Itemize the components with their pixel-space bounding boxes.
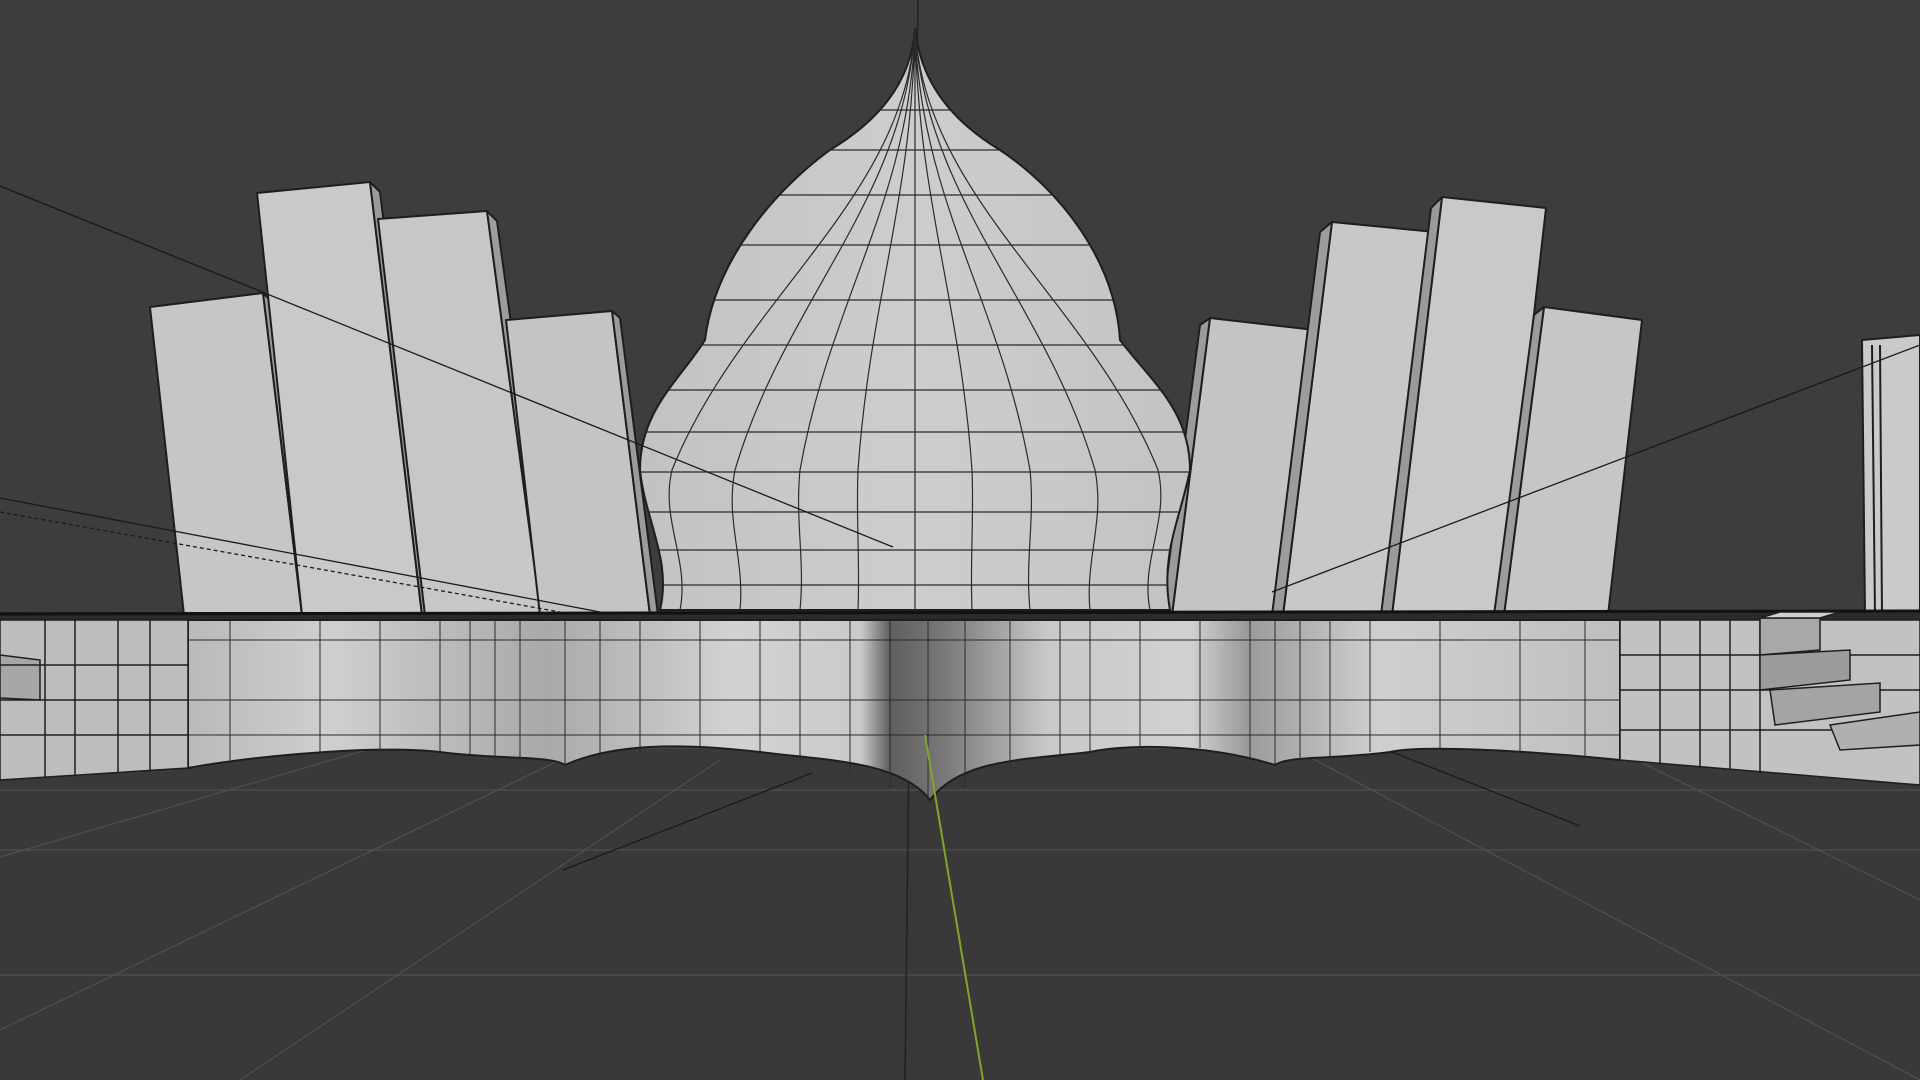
right-wall-panels (1161, 196, 1920, 616)
floor-plane (0, 740, 1920, 1080)
left-steps (0, 619, 189, 781)
left-wall-panels (149, 181, 659, 616)
3d-viewport[interactable] (0, 0, 1920, 1080)
onion-dome (638, 27, 1192, 611)
right-steps (1619, 611, 1920, 786)
far-right-panel (1861, 334, 1920, 616)
